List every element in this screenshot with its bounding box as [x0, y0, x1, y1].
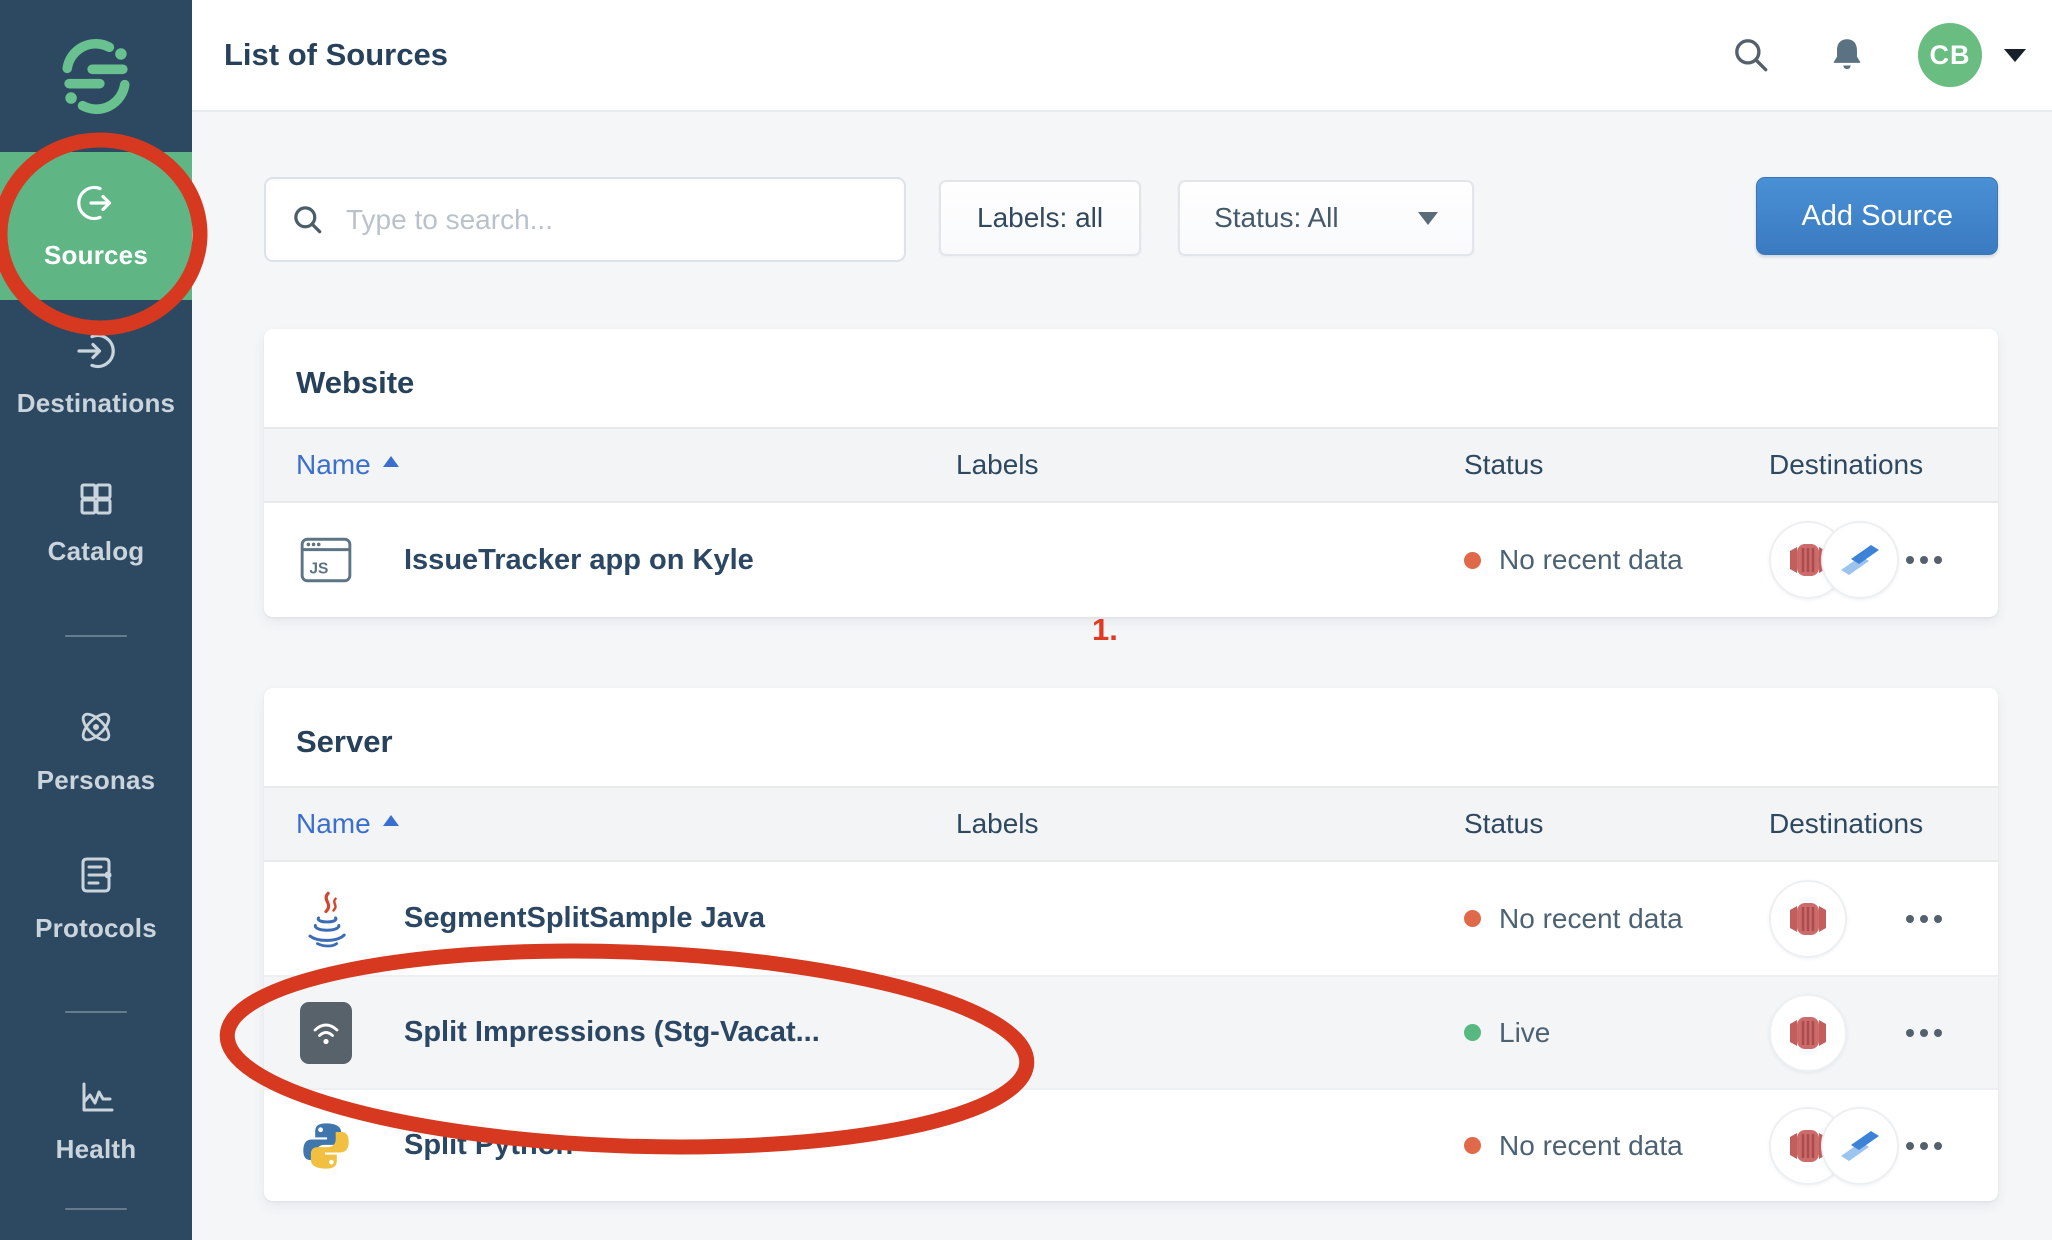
section-title: Server [264, 688, 1998, 786]
row-menu-button[interactable] [1902, 546, 1966, 574]
status-dot [1464, 1024, 1481, 1041]
chevron-down-icon [1418, 212, 1438, 225]
sidebar-item-health[interactable]: Health [0, 1052, 192, 1188]
status-cell: Live [1464, 1017, 1769, 1049]
destinations-cell [1769, 994, 1902, 1072]
labels-filter-label: Labels: all [977, 202, 1103, 234]
sidebar-divider [65, 1011, 127, 1013]
sidebar-item-label: Catalog [48, 536, 145, 567]
search-input[interactable] [346, 204, 880, 236]
sidebar-item-protocols[interactable]: Protocols [0, 824, 192, 972]
sidebar-item-label: Destinations [17, 388, 175, 419]
column-header-destinations: Destinations [1769, 808, 1923, 840]
main-content: Labels: all Status: All Add Source Websi… [192, 112, 2052, 1240]
status-filter-label: Status: All [1214, 202, 1339, 234]
topbar: List of Sources CB [192, 0, 2052, 112]
sidebar-item-sources[interactable]: Sources [0, 152, 192, 300]
java-source-icon [296, 888, 356, 950]
wifi-server-source-icon [296, 1002, 356, 1064]
sort-ascending-icon [383, 456, 399, 467]
table-header-row: Name Labels Status Destinations [264, 786, 1998, 862]
user-menu-caret-icon[interactable] [2004, 49, 2026, 62]
status-filter-dropdown[interactable]: Status: All [1178, 180, 1474, 256]
table-row[interactable]: Split Python No recent data [264, 1088, 1998, 1201]
status-cell: No recent data [1464, 1130, 1769, 1162]
table-row-split-impressions[interactable]: Split Impressions (Stg-Vacat... Live [264, 975, 1998, 1088]
status-text: No recent data [1499, 544, 1683, 576]
sidebar: Sources Destinations Catalog [0, 0, 192, 1240]
sidebar-nav: Sources Destinations Catalog [0, 152, 192, 1210]
svg-text:JS: JS [309, 560, 328, 577]
row-menu-button[interactable] [1902, 905, 1966, 933]
server-section-card: Server Name Labels Status Destinations [264, 688, 1998, 1201]
destination-badge-blue-s-logo [1821, 1107, 1899, 1185]
website-section-card: Website Name Labels Status Destinations [264, 329, 1998, 617]
status-dot [1464, 910, 1481, 927]
destinations-cell [1769, 1107, 1902, 1185]
column-header-destinations: Destinations [1769, 449, 1923, 481]
status-dot [1464, 1137, 1481, 1154]
protocols-document-icon [74, 852, 118, 898]
table-row[interactable]: JS IssueTracker app on Kyle No recent da… [264, 503, 1998, 617]
destination-badge-red-striped-logo [1769, 880, 1847, 958]
sidebar-item-label: Health [56, 1134, 137, 1165]
sidebar-divider [65, 635, 127, 637]
python-source-icon [296, 1119, 356, 1173]
status-text: No recent data [1499, 1130, 1683, 1162]
section-title: Website [264, 329, 1998, 427]
segment-logo[interactable] [0, 0, 192, 152]
destinations-cell [1769, 521, 1902, 599]
annotation-step-number: 1. [1092, 612, 1118, 648]
row-menu-button[interactable] [1902, 1019, 1966, 1047]
health-chart-icon [73, 1075, 119, 1119]
add-source-button[interactable]: Add Source [1756, 177, 1998, 255]
sidebar-item-personas[interactable]: Personas [0, 676, 192, 824]
sidebar-item-label: Protocols [35, 913, 157, 944]
filters-toolbar: Labels: all Status: All Add Source [264, 177, 1998, 262]
destination-badge-red-striped-logo [1769, 994, 1847, 1072]
source-name: Split Impressions (Stg-Vacat... [404, 1016, 820, 1049]
status-text: No recent data [1499, 903, 1683, 935]
destination-badge-blue-s-logo [1821, 521, 1899, 599]
column-header-labels: Labels [956, 449, 1464, 481]
topbar-actions: CB [1730, 23, 2026, 87]
grid-icon [74, 477, 118, 521]
sort-ascending-icon [383, 815, 399, 826]
sidebar-item-destinations[interactable]: Destinations [0, 300, 192, 448]
destination-arrow-icon [74, 329, 118, 373]
status-dot [1464, 552, 1481, 569]
source-name: IssueTracker app on Kyle [404, 544, 754, 577]
source-name: SegmentSplitSample Java [404, 902, 765, 935]
column-header-status: Status [1464, 449, 1769, 481]
atom-icon [73, 704, 119, 750]
column-header-name[interactable]: Name [296, 449, 956, 481]
avatar-initials: CB [1930, 40, 1971, 71]
status-cell: No recent data [1464, 903, 1769, 935]
sidebar-item-label: Sources [44, 240, 148, 271]
status-cell: No recent data [1464, 544, 1769, 576]
javascript-source-icon: JS [296, 532, 356, 588]
page-title: List of Sources [224, 37, 448, 73]
global-search-icon[interactable] [1730, 34, 1772, 76]
avatar[interactable]: CB [1918, 23, 1982, 87]
segment-logo-icon [50, 30, 142, 122]
source-name: Split Python [404, 1129, 573, 1162]
source-arrow-icon [74, 181, 118, 225]
sidebar-item-catalog[interactable]: Catalog [0, 448, 192, 596]
app-window: Sources Destinations Catalog [0, 0, 2052, 1240]
status-text: Live [1499, 1017, 1550, 1049]
source-search-box [264, 177, 906, 262]
sidebar-divider [65, 1208, 127, 1210]
table-header-row: Name Labels Status Destinations [264, 427, 1998, 503]
column-header-status: Status [1464, 808, 1769, 840]
row-menu-button[interactable] [1902, 1132, 1966, 1160]
destinations-cell [1769, 880, 1902, 958]
column-header-name[interactable]: Name [296, 808, 956, 840]
table-row[interactable]: SegmentSplitSample Java No recent data [264, 862, 1998, 975]
column-header-labels: Labels [956, 808, 1464, 840]
search-icon [290, 202, 326, 238]
notifications-bell-icon[interactable] [1826, 34, 1868, 76]
sidebar-item-label: Personas [37, 765, 156, 796]
labels-filter-button[interactable]: Labels: all [939, 180, 1141, 256]
